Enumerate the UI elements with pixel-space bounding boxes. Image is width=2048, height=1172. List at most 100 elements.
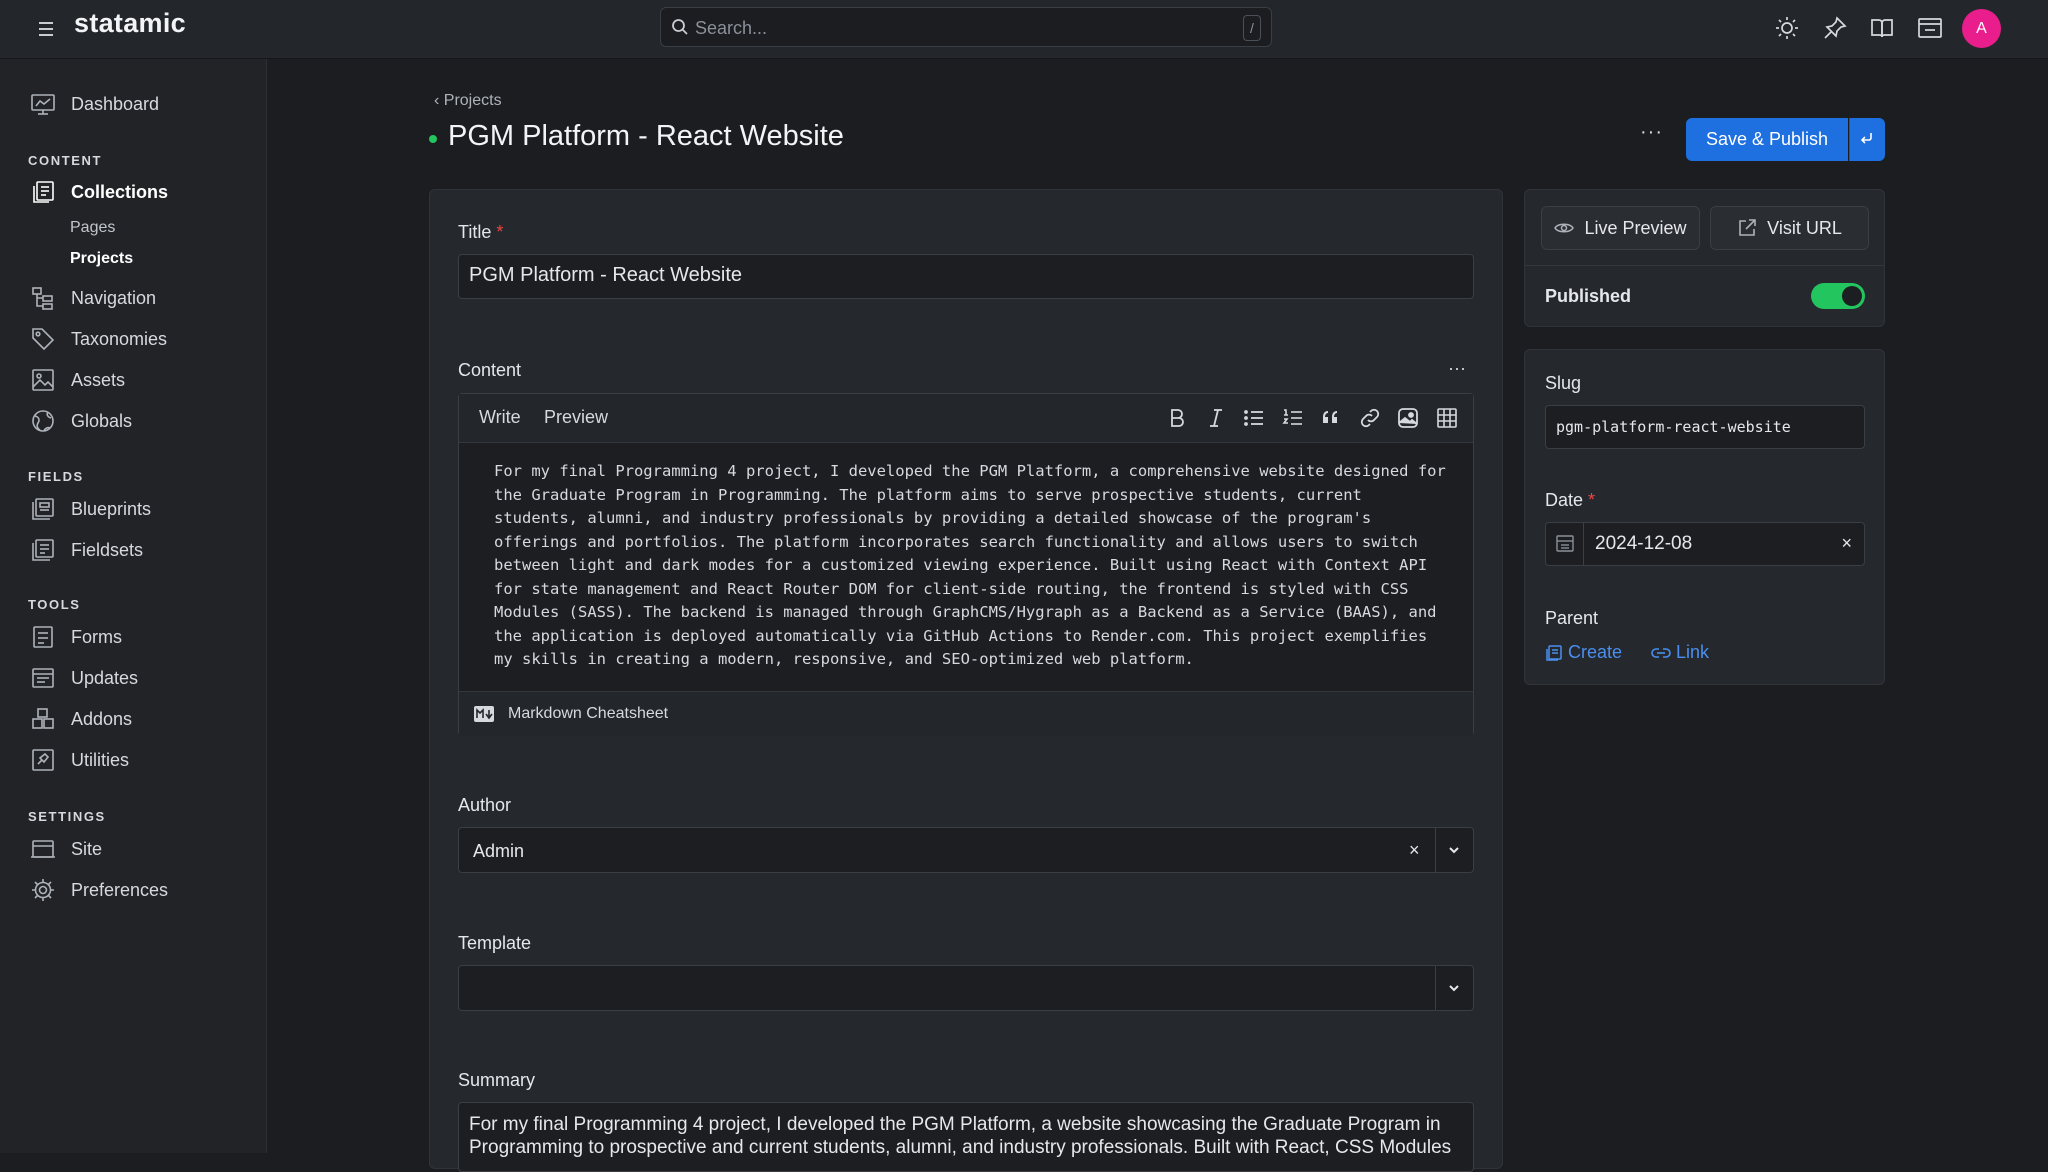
breadcrumb[interactable]: ‹ Projects [434, 92, 502, 110]
theme-sun-icon[interactable] [1774, 15, 1800, 41]
link-parent-button[interactable]: Link [1651, 642, 1709, 663]
live-preview-button[interactable]: Live Preview [1541, 206, 1700, 250]
page-title: PGM Platform - React Website [448, 120, 844, 152]
save-options-button[interactable] [1849, 118, 1885, 161]
sidebar-item-globals[interactable]: Globals [30, 406, 260, 436]
fieldset-icon [32, 539, 54, 561]
slug-field[interactable]: pgm-platform-react-website [1545, 405, 1865, 449]
sidebar-item-fieldsets[interactable]: Fieldsets [30, 535, 260, 565]
dashboard-icon [31, 94, 55, 115]
published-status-dot [429, 135, 437, 143]
sidebar-item-pages[interactable]: Pages [70, 219, 115, 237]
table-icon[interactable] [1435, 406, 1459, 430]
slug-label: Slug [1545, 373, 1582, 393]
markdown-cheatsheet-link[interactable]: Markdown Cheatsheet [508, 705, 668, 723]
calendar-icon [1556, 535, 1574, 552]
clear-date-icon[interactable]: × [1841, 533, 1852, 554]
author-select[interactable]: Admin × [458, 827, 1474, 873]
section-heading-settings: SETTINGS [28, 809, 106, 824]
summary-textarea[interactable]: For my final Programming 4 project, I de… [458, 1102, 1474, 1172]
markdown-footer: Markdown Cheatsheet [459, 691, 1473, 736]
author-label: Author [458, 795, 512, 815]
sidebar-item-collections[interactable]: Collections [30, 177, 260, 207]
menu-icon[interactable] [36, 19, 58, 39]
clear-author-icon[interactable]: × [1409, 840, 1420, 861]
globe-icon [32, 410, 54, 432]
numbered-list-icon[interactable] [1281, 406, 1305, 430]
parent-label: Parent [1545, 608, 1599, 628]
search-shortcut: / [1243, 15, 1261, 41]
sidebar-item-dashboard[interactable]: Dashboard [30, 89, 260, 119]
updates-icon [32, 668, 54, 688]
sidebar-item-blueprints[interactable]: Blueprints [30, 494, 260, 524]
utilities-icon [32, 749, 54, 771]
forms-icon [33, 626, 53, 648]
italic-icon[interactable] [1204, 406, 1228, 430]
top-bar: statamic Search... / A [0, 0, 2048, 59]
toggle-knob [1842, 286, 1862, 306]
external-link-icon [1739, 219, 1756, 236]
visit-url-button[interactable]: Visit URL [1710, 206, 1869, 250]
sidebar-item-updates[interactable]: Updates [30, 663, 260, 693]
save-publish-button[interactable]: Save & Publish [1686, 118, 1848, 161]
sidebar-item-navigation[interactable]: Navigation [30, 283, 260, 313]
chevron-down-icon [1449, 847, 1459, 854]
site-browser-icon[interactable] [1917, 15, 1943, 41]
chevron-down-icon [1449, 985, 1459, 992]
search-input[interactable]: Search... / [660, 7, 1272, 47]
sidebar-item-assets[interactable]: Assets [30, 365, 260, 395]
date-label: Date * [1545, 490, 1596, 510]
template-select[interactable] [458, 965, 1474, 1011]
markdown-toolbar: Write Preview [459, 394, 1473, 443]
link-icon[interactable] [1358, 406, 1382, 430]
published-label: Published [1545, 286, 1632, 306]
tab-preview[interactable]: Preview [544, 407, 608, 428]
publish-card: Live Preview Visit URL Published [1524, 189, 1885, 327]
breadcrumb-label: Projects [443, 92, 502, 109]
image-asset-icon [32, 369, 54, 391]
site-window-icon [31, 840, 55, 858]
user-avatar[interactable]: A [1962, 9, 2001, 48]
app-logo[interactable]: statamic [74, 8, 186, 39]
docs-book-icon[interactable] [1869, 15, 1895, 41]
create-parent-button[interactable]: Create [1545, 642, 1622, 663]
template-dropdown-toggle[interactable] [1435, 966, 1473, 1010]
bold-icon[interactable] [1165, 406, 1189, 430]
sidebar-item-forms[interactable]: Forms [30, 622, 260, 652]
more-actions-button[interactable]: ··· [1640, 122, 1662, 148]
tag-icon [32, 328, 55, 351]
navigation-sitemap-icon [32, 287, 53, 310]
section-heading-fields: FIELDS [28, 469, 84, 484]
insert-image-icon[interactable] [1396, 406, 1420, 430]
meta-card: Slug pgm-platform-react-website Date * 2… [1524, 349, 1885, 685]
quote-icon[interactable] [1319, 406, 1343, 430]
calendar-button[interactable] [1546, 523, 1584, 565]
section-heading-content: CONTENT [28, 153, 103, 168]
author-dropdown-toggle[interactable] [1435, 828, 1473, 872]
content-label: Content [458, 360, 522, 380]
search-placeholder: Search... [695, 18, 768, 38]
summary-label: Summary [458, 1070, 536, 1090]
title-field[interactable]: PGM Platform - React Website [458, 254, 1474, 299]
sidebar-item-preferences[interactable]: Preferences [30, 875, 260, 905]
markdown-textarea[interactable]: For my final Programming 4 project, I de… [494, 460, 1454, 672]
tab-write[interactable]: Write [479, 407, 521, 428]
bullet-list-icon[interactable] [1242, 406, 1266, 430]
date-field[interactable]: 2024-12-08 × [1545, 522, 1865, 566]
sidebar-item-taxonomies[interactable]: Taxonomies [30, 324, 260, 354]
sidebar-item-projects[interactable]: Projects [70, 250, 133, 268]
sidebar: Dashboard CONTENT Collections Pages Proj… [0, 59, 267, 1153]
published-toggle[interactable] [1811, 283, 1865, 309]
sidebar-item-addons[interactable]: Addons [30, 704, 260, 734]
divider [1525, 265, 1884, 266]
gear-icon [32, 879, 54, 901]
sidebar-item-utilities[interactable]: Utilities [30, 745, 260, 775]
return-arrow-icon [1860, 133, 1872, 144]
sidebar-item-site[interactable]: Site [30, 834, 260, 864]
content-field-options-button[interactable]: ··· [1448, 358, 1466, 379]
section-heading-tools: TOOLS [28, 597, 81, 612]
blueprint-icon [32, 498, 54, 520]
title-label: Title * [458, 222, 504, 242]
collections-icon [33, 181, 54, 203]
pin-icon[interactable] [1822, 15, 1848, 41]
